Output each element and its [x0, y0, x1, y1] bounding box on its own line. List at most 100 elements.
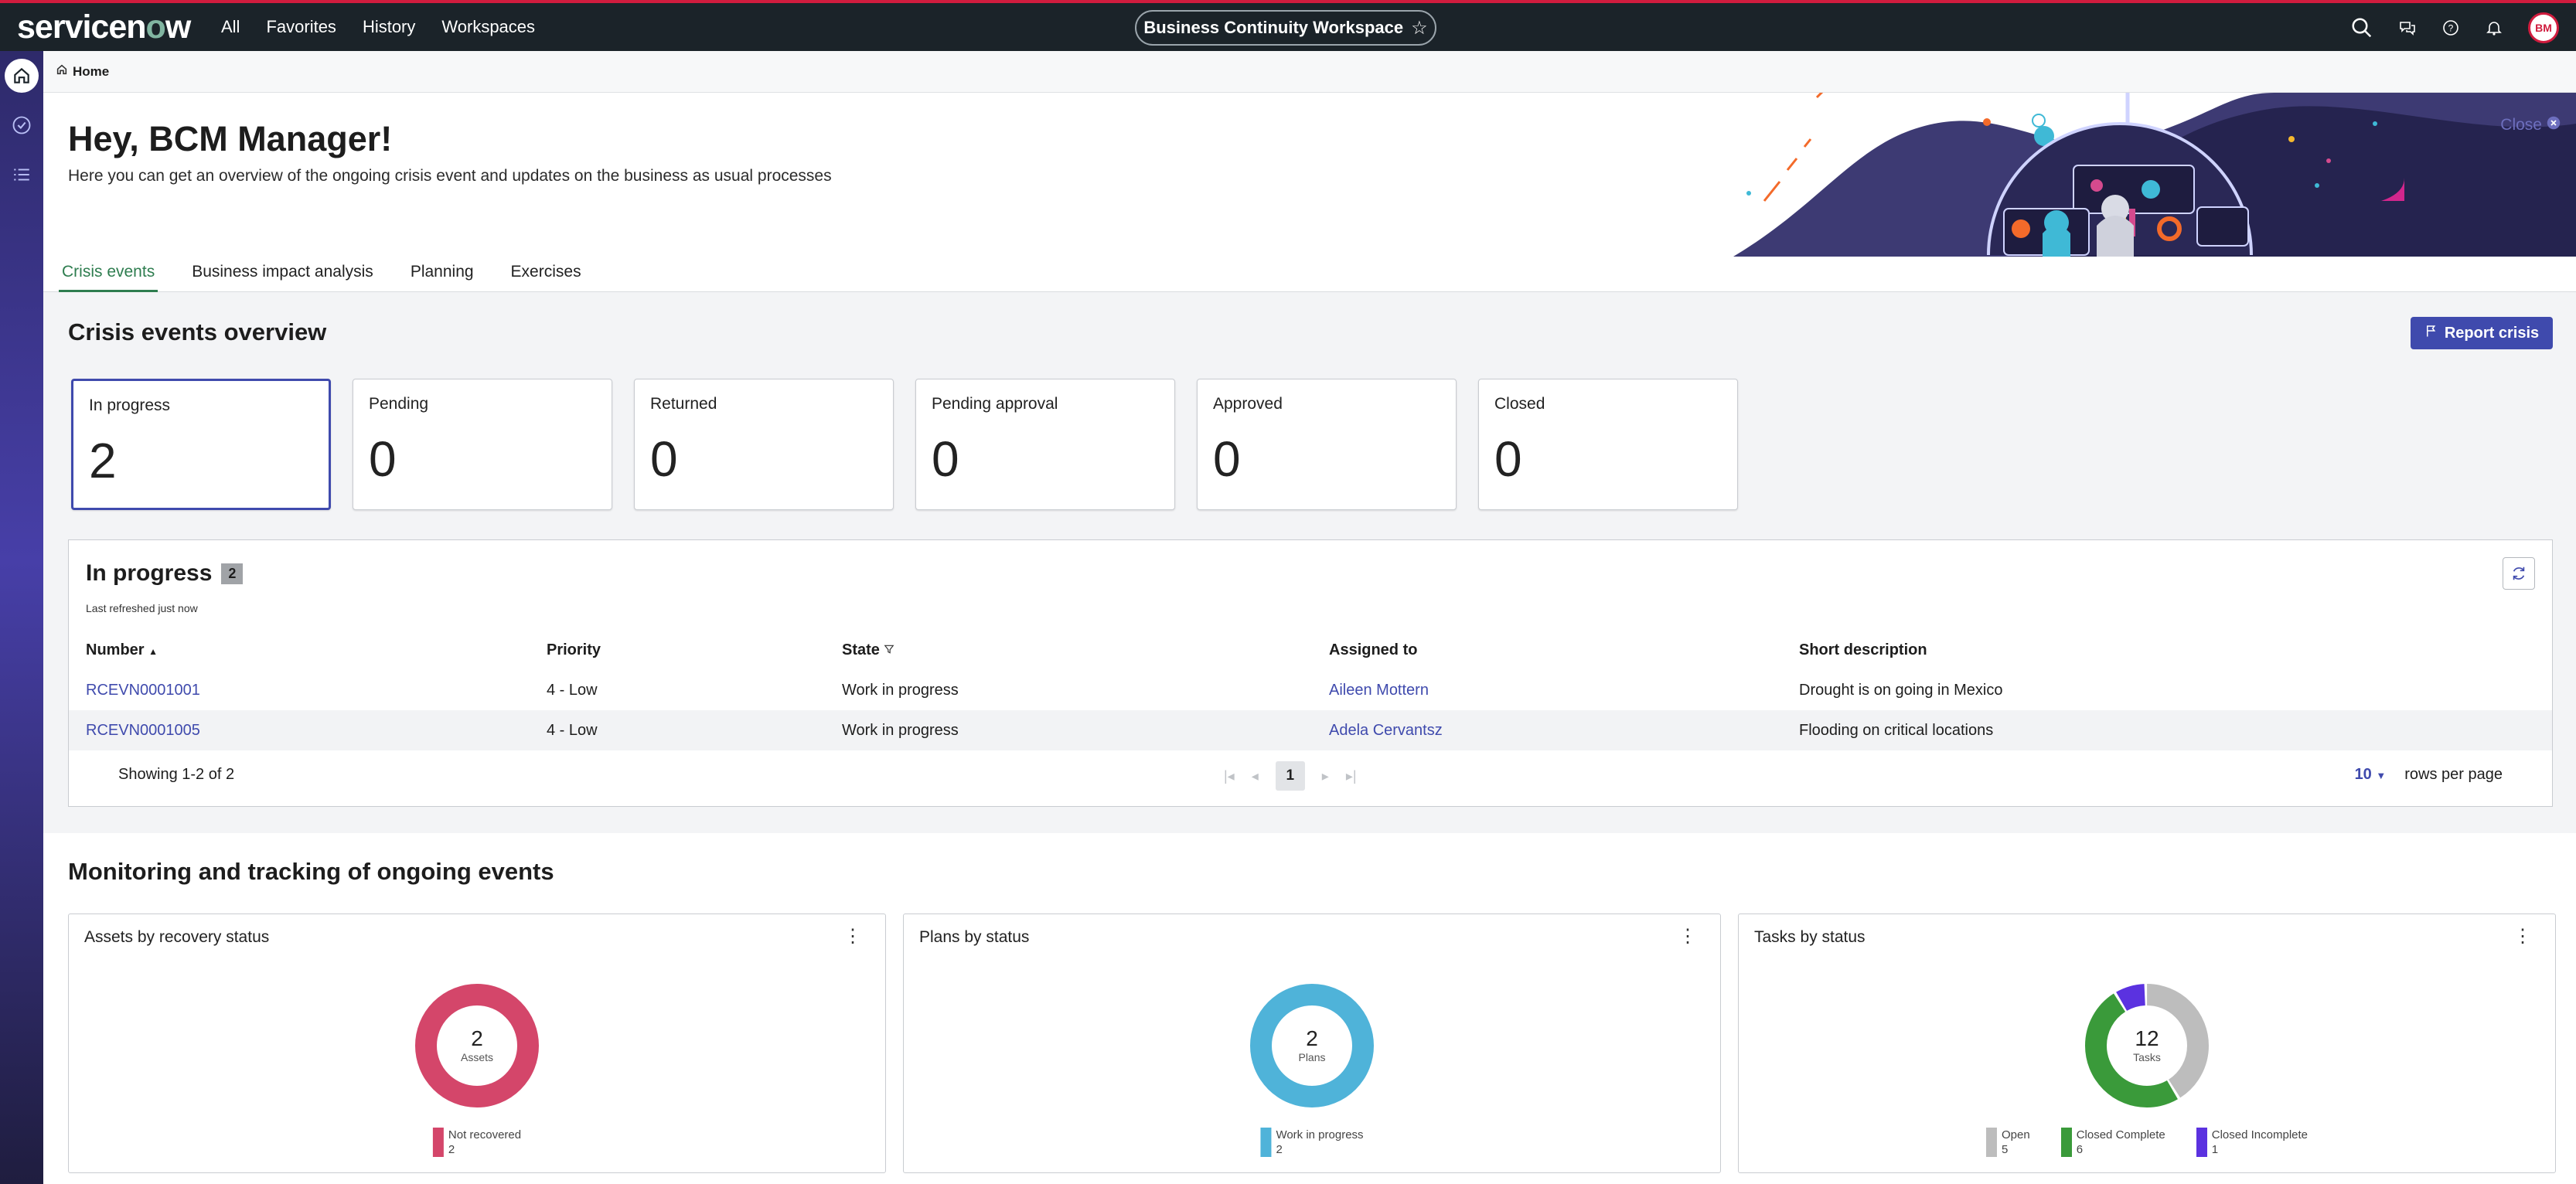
- col-number[interactable]: Number ▲: [86, 641, 158, 659]
- more-options-icon[interactable]: ⋮: [843, 925, 862, 948]
- section-title: Crisis events overview: [68, 318, 327, 345]
- donut-total: 2: [1306, 1026, 1318, 1050]
- legend-item[interactable]: Closed Complete 6: [2060, 1128, 2165, 1157]
- avatar[interactable]: BM: [2528, 12, 2559, 43]
- welcome-banner: Hey, BCM Manager! Here you can get an ov…: [43, 93, 2576, 292]
- check-circle-icon[interactable]: [5, 108, 39, 142]
- tab-business-impact-analysis[interactable]: Business impact analysis: [189, 255, 377, 292]
- prev-page-icon[interactable]: ◂: [1252, 768, 1259, 784]
- chart-title: Plans by status: [919, 928, 1030, 946]
- description-cell: Drought is on going in Mexico: [1799, 681, 2003, 699]
- more-options-icon[interactable]: ⋮: [2513, 925, 2532, 948]
- legend-label: Closed Incomplete 1: [2211, 1128, 2308, 1156]
- report-crisis-button[interactable]: Report crisis: [2411, 317, 2553, 349]
- record-number-link[interactable]: RCEVN0001001: [86, 682, 200, 699]
- star-icon[interactable]: ☆: [1411, 17, 1428, 39]
- rows-per-page: 10 ▼ rows per page: [2355, 766, 2503, 784]
- donut-unit: Plans: [1298, 1051, 1325, 1063]
- state-cell: Work in progress: [842, 721, 959, 739]
- refresh-button[interactable]: [2503, 557, 2535, 590]
- tab-crisis-events[interactable]: Crisis events: [59, 255, 158, 292]
- priority-cell: 4 - Low: [547, 681, 598, 699]
- col-state[interactable]: State: [842, 641, 894, 659]
- description-cell: Flooding on critical locations: [1799, 721, 1994, 739]
- chart-card-plans: Plans by status ⋮ 2 Plans Work in progre…: [903, 914, 1721, 1173]
- legend-swatch: [432, 1128, 444, 1157]
- first-page-icon[interactable]: |◂: [1224, 768, 1235, 784]
- col-assigned-to[interactable]: Assigned to: [1329, 641, 1417, 659]
- help-icon[interactable]: ?: [2441, 19, 2460, 37]
- home-small-icon: [56, 63, 68, 80]
- assignee-link[interactable]: Adela Cervantsz: [1329, 722, 1443, 740]
- top-icons: ? BM: [2350, 11, 2559, 45]
- current-page[interactable]: 1: [1275, 761, 1305, 791]
- donut-chart[interactable]: 12 Tasks: [2084, 982, 2210, 1109]
- status-card-returned[interactable]: Returned 0: [634, 379, 894, 510]
- priority-cell: 4 - Low: [547, 721, 598, 739]
- status-card-pending[interactable]: Pending 0: [353, 379, 612, 510]
- rows-per-page-label: rows per page: [2404, 766, 2503, 783]
- last-page-icon[interactable]: ▸|: [1346, 768, 1357, 784]
- card-label: Pending approval: [932, 395, 1058, 413]
- assignee-link[interactable]: Aileen Mottern: [1329, 682, 1429, 699]
- nav-all[interactable]: All: [221, 17, 240, 37]
- col-short-description[interactable]: Short description: [1799, 641, 1927, 659]
- crisis-events-section: Crisis events overview Report crisis In …: [43, 292, 2576, 833]
- monitoring-title: Monitoring and tracking of ongoing event…: [68, 858, 554, 885]
- legend-item[interactable]: Work in progress 2: [1260, 1128, 1364, 1157]
- status-card-closed[interactable]: Closed 0: [1478, 379, 1738, 510]
- list-icon[interactable]: [5, 158, 39, 192]
- bell-icon[interactable]: [2485, 19, 2503, 37]
- chevron-down-icon: ▼: [2376, 770, 2387, 781]
- next-page-icon[interactable]: ▸: [1322, 768, 1329, 784]
- legend-swatch: [2060, 1128, 2072, 1157]
- tab-planning[interactable]: Planning: [407, 255, 477, 292]
- page-title: Hey, BCM Manager!: [68, 119, 393, 158]
- chart-card-tasks: Tasks by status ⋮ 12 Tasks Open 5 Closed C…: [1738, 914, 2556, 1173]
- report-crisis-label: Report crisis: [2444, 324, 2540, 342]
- card-value: 0: [369, 431, 397, 487]
- legend-label: Work in progress 2: [1276, 1128, 1364, 1156]
- more-options-icon[interactable]: ⋮: [1678, 925, 1697, 948]
- nav-favorites[interactable]: Favorites: [266, 17, 336, 37]
- card-value: 0: [932, 431, 959, 487]
- status-card-in-progress[interactable]: In progress 2: [71, 379, 331, 510]
- status-card-pending-approval[interactable]: Pending approval 0: [915, 379, 1175, 510]
- in-progress-list: In progress 2 Last refreshed just now Nu…: [68, 539, 2553, 807]
- workspace-pill[interactable]: Business Continuity Workspace ☆: [1135, 10, 1436, 46]
- close-icon: [2547, 116, 2561, 134]
- legend-label: Not recovered 2: [448, 1128, 522, 1156]
- filter-icon: [884, 641, 894, 658]
- donut-chart[interactable]: 2 Assets: [414, 982, 540, 1109]
- workspace-name: Business Continuity Workspace: [1143, 18, 1404, 37]
- legend-swatch: [1986, 1128, 1997, 1157]
- legend-item[interactable]: Open 5: [1986, 1128, 2030, 1157]
- tab-bar: Crisis events Business impact analysis P…: [59, 255, 584, 292]
- servicenow-logo[interactable]: servicenow: [17, 9, 195, 46]
- chat-icon[interactable]: [2398, 19, 2417, 37]
- tab-exercises[interactable]: Exercises: [508, 255, 584, 292]
- table-row[interactable]: RCEVN0001005 4 - Low Work in progress Ad…: [69, 710, 2552, 750]
- status-cards: In progress 2 Pending 0 Returned 0 Pendi…: [71, 379, 1738, 510]
- home-icon[interactable]: [5, 59, 39, 93]
- legend-label: Closed Complete 6: [2076, 1128, 2165, 1156]
- svg-text:?: ?: [2448, 23, 2454, 34]
- chart-legend: Open 5 Closed Complete 6 Closed Incomplete 1: [1986, 1128, 2308, 1157]
- legend-item[interactable]: Not recovered 2: [432, 1128, 522, 1157]
- refresh-icon: [2513, 566, 2525, 580]
- record-number-link[interactable]: RCEVN0001005: [86, 722, 200, 740]
- col-priority[interactable]: Priority: [547, 641, 601, 659]
- rows-per-page-select[interactable]: 10 ▼: [2355, 766, 2387, 784]
- status-card-approved[interactable]: Approved 0: [1197, 379, 1457, 510]
- breadcrumb-home[interactable]: Home: [73, 64, 109, 80]
- close-banner-button[interactable]: Close: [2500, 116, 2561, 134]
- card-value: 0: [650, 431, 678, 487]
- search-icon[interactable]: [2350, 16, 2373, 39]
- nav-workspaces[interactable]: Workspaces: [441, 17, 535, 37]
- card-value: 0: [1494, 431, 1522, 487]
- donut-chart[interactable]: 2 Plans: [1249, 982, 1375, 1109]
- nav-history[interactable]: History: [363, 17, 415, 37]
- table-row[interactable]: RCEVN0001001 4 - Low Work in progress Ai…: [69, 670, 2552, 710]
- legend-item[interactable]: Closed Incomplete 1: [2196, 1128, 2308, 1157]
- donut-total: 12: [2135, 1026, 2159, 1050]
